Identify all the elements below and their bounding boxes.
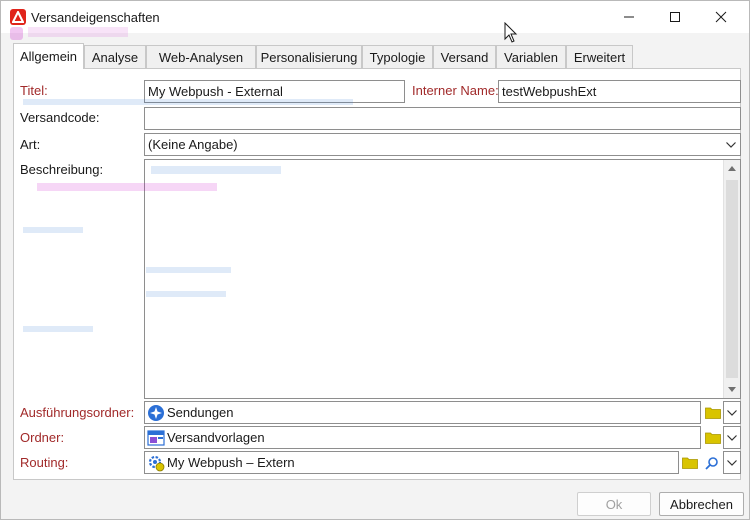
folder-value: Versandvorlagen [167,430,265,445]
template-folder-icon [147,430,165,446]
maximize-icon [670,12,680,22]
app-logo-icon [10,9,26,25]
description-scrollbar[interactable] [723,160,740,398]
scroll-up-icon[interactable] [728,166,736,171]
ghost-overlay [146,267,231,273]
close-button[interactable] [698,1,744,33]
type-dropdown-button[interactable] [722,134,740,155]
folder-dropdown-button[interactable] [723,426,741,449]
ghost-overlay [23,227,83,233]
ok-button-label: Ok [605,496,623,512]
routing-browse-button[interactable] [680,453,699,472]
ghost-overlay [146,291,226,297]
chevron-down-icon [727,434,737,441]
folder-browse-button[interactable] [703,428,722,447]
tab-analyse[interactable]: Analyse [84,45,146,68]
search-icon [704,456,718,470]
folder-icon [681,457,698,469]
routing-search-button[interactable] [702,453,721,472]
tab-web-analysen[interactable]: Web-Analysen [146,45,256,68]
delivery-code-field[interactable] [144,107,741,130]
tab-bar: Allgemein Analyse Web-Analysen Personali… [13,43,743,69]
folder-field[interactable]: Versandvorlagen [144,426,701,449]
routing-dropdown-button[interactable] [723,451,741,474]
routing-label: Routing: [20,455,69,470]
scroll-thumb[interactable] [726,180,738,378]
tab-erweitert[interactable]: Erweitert [566,45,633,68]
internal-name-label: Interner Name: [409,81,502,100]
ghost-overlay [37,183,217,191]
tab-allgemein[interactable]: Allgemein [13,43,84,69]
tab-versand[interactable]: Versand [433,45,496,68]
ok-button[interactable]: Ok [577,492,651,516]
delivery-code-label: Versandcode: [20,110,100,125]
ghost-overlay [151,166,281,174]
minimize-button[interactable] [606,1,652,33]
execution-folder-label: Ausführungsordner: [16,403,138,422]
folder-icon [704,432,721,444]
internal-name-field[interactable]: testWebpushExt [498,80,741,103]
routing-gear-icon [148,455,165,472]
ghost-overlay [23,99,353,105]
dialog-window: Versandeigenschaften Allgemein Analyse W… [0,0,750,520]
execution-instance-icon [148,405,164,421]
tab-personalisierung[interactable]: Personalisierung [256,45,362,68]
title-label: Titel: [17,81,51,100]
chevron-down-icon [726,141,736,148]
title-bar[interactable]: Versandeigenschaften [1,1,749,40]
type-label: Art: [20,137,41,152]
execution-folder-value: Sendungen [167,405,234,420]
window-title: Versandeigenschaften [31,10,160,25]
chevron-down-icon [727,409,737,416]
cancel-button-label: Abbrechen [670,496,733,512]
scroll-down-icon[interactable] [728,387,736,392]
routing-field[interactable]: My Webpush – Extern [144,451,679,474]
folder-icon [704,407,721,419]
cancel-button[interactable]: Abbrechen [659,492,744,516]
description-textarea[interactable] [144,159,741,399]
ghost-overlay [10,27,150,41]
tab-variablen[interactable]: Variablen [496,45,566,68]
execution-folder-browse-button[interactable] [703,403,722,422]
chevron-down-icon [727,459,737,466]
tab-typologie[interactable]: Typologie [362,45,433,68]
ghost-overlay [23,326,93,332]
execution-folder-dropdown-button[interactable] [723,401,741,424]
description-label: Beschreibung: [16,160,107,179]
type-select[interactable]: (Keine Angabe) [144,133,741,156]
minimize-icon [624,16,634,18]
type-select-value: (Keine Angabe) [148,137,238,152]
mouse-pointer-icon [504,22,518,43]
routing-value: My Webpush – Extern [167,455,295,470]
execution-folder-field[interactable]: Sendungen [144,401,701,424]
close-icon [715,11,727,23]
maximize-button[interactable] [652,1,698,33]
folder-label: Ordner: [20,430,65,445]
